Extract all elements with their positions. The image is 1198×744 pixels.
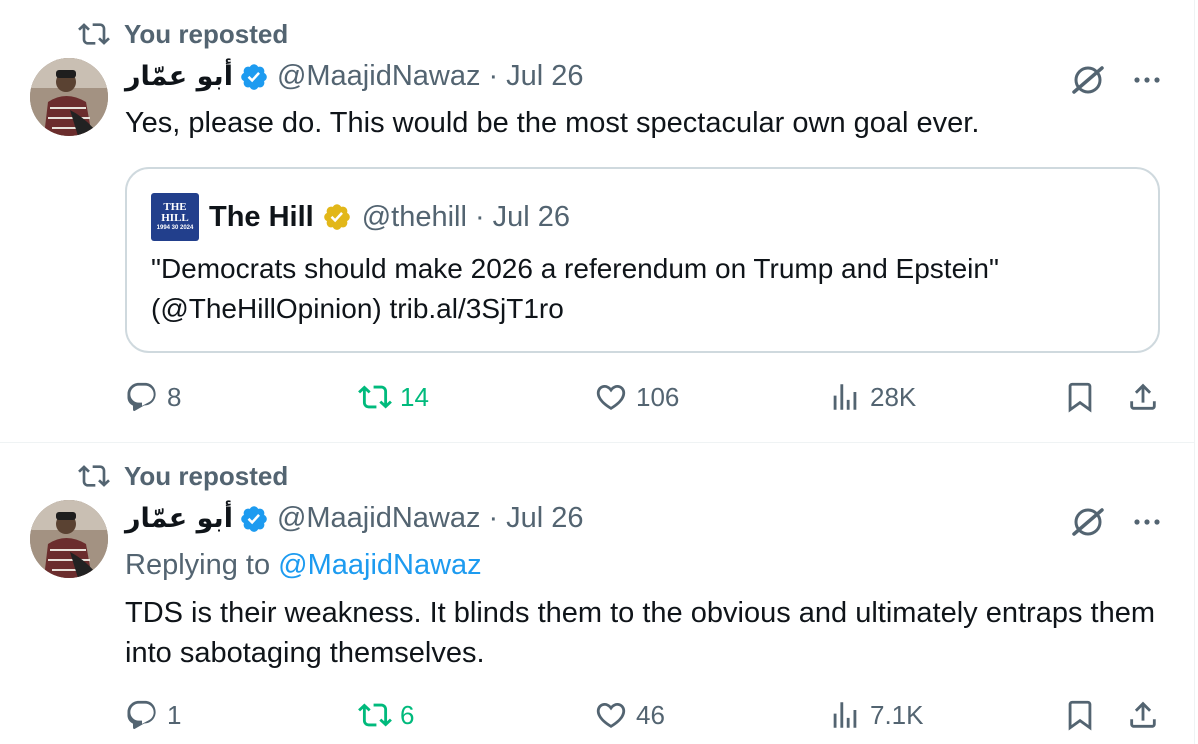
- repost-context: You reposted: [78, 460, 288, 492]
- more-icon[interactable]: [1130, 505, 1164, 539]
- grok-icon[interactable]: [1068, 502, 1108, 542]
- quoted-header-separator: ·: [474, 200, 485, 233]
- reply-icon: [127, 382, 156, 411]
- reply-icon: [127, 700, 156, 729]
- avatar-image: [30, 500, 108, 578]
- post-actions: 8 14 106 28K: [0, 380, 1194, 420]
- post-text: Yes, please do. This would be the most s…: [125, 107, 980, 139]
- repost-icon: [78, 23, 110, 45]
- post-date[interactable]: Jul 26: [506, 60, 583, 93]
- view-count: 7.1K: [870, 699, 924, 730]
- bookmark-button[interactable]: [1063, 380, 1097, 414]
- avatar[interactable]: [30, 58, 108, 136]
- post-header: أبو عمّار @MaajidNawaz · Jul 26: [125, 502, 584, 535]
- like-button[interactable]: 106: [594, 380, 679, 414]
- bookmark-button[interactable]: [1063, 698, 1097, 732]
- heart-icon: [596, 384, 626, 410]
- the-hill-logo[interactable]: THE HILL 1994 30 2024: [151, 193, 199, 241]
- repost-button[interactable]: 6: [358, 698, 414, 732]
- avatar[interactable]: [30, 500, 108, 578]
- more-icon[interactable]: [1130, 63, 1164, 97]
- like-button[interactable]: 46: [594, 698, 665, 732]
- views-icon: [833, 384, 857, 410]
- author-name[interactable]: أبو عمّار: [125, 61, 233, 92]
- views-button[interactable]: 28K: [828, 380, 916, 414]
- repost-count: 6: [400, 699, 415, 730]
- grok-icon[interactable]: [1068, 60, 1108, 100]
- repost-icon: [358, 385, 392, 409]
- repost-button[interactable]: 14: [358, 380, 429, 414]
- share-icon: [1130, 701, 1156, 728]
- post-1[interactable]: You reposted أبو عمّار @MaajidNawaz · Ju…: [0, 0, 1194, 443]
- bookmark-icon: [1068, 382, 1092, 413]
- repost-icon: [358, 703, 392, 727]
- reply-count: 1: [167, 699, 182, 730]
- heart-icon: [596, 702, 626, 728]
- repost-label: You reposted: [124, 18, 289, 49]
- replying-to-prefix: Replying to: [125, 549, 271, 581]
- timeline-right-border: [1194, 0, 1195, 744]
- post-actions: 1 6 46 7.1K: [0, 698, 1194, 738]
- repost-label: You reposted: [124, 460, 289, 491]
- replying-to: Replying to @MaajidNawaz: [125, 549, 482, 582]
- logo-line-3: 1994 30 2024: [156, 225, 194, 231]
- repost-context: You reposted: [78, 18, 288, 50]
- bookmark-icon: [1068, 700, 1092, 731]
- verified-gold-badge-icon: [323, 204, 350, 230]
- like-count: 46: [636, 699, 665, 730]
- header-separator: ·: [488, 502, 499, 534]
- author-handle[interactable]: @MaajidNawaz: [277, 60, 481, 93]
- view-count: 28K: [870, 381, 917, 412]
- logo-line-2: HILL: [161, 212, 189, 224]
- quoted-post-header: THE HILL 1994 30 2024 The Hill @thehill …: [151, 193, 570, 241]
- verified-badge-icon[interactable]: [239, 62, 269, 92]
- views-icon: [833, 702, 857, 728]
- post-top-actions: [1068, 502, 1164, 542]
- reply-count: 8: [167, 381, 182, 412]
- repost-icon: [78, 465, 110, 487]
- quoted-post-date: Jul 26: [492, 200, 571, 233]
- author-name[interactable]: أبو عمّار: [125, 503, 233, 534]
- views-button[interactable]: 7.1K: [828, 698, 924, 732]
- post-date[interactable]: Jul 26: [506, 502, 583, 535]
- quoted-text-line-1: "Democrats should make 2026 a referendum…: [151, 253, 999, 284]
- verified-badge-icon[interactable]: [239, 504, 269, 534]
- post-header: أبو عمّار @MaajidNawaz · Jul 26: [125, 60, 584, 93]
- reply-button[interactable]: 8: [125, 380, 181, 414]
- quoted-text-line-2: (@TheHillOpinion) trib.al/3SjT1ro: [151, 293, 564, 324]
- post-top-actions: [1068, 60, 1164, 100]
- avatar-image: [30, 58, 108, 136]
- replying-to-link[interactable]: @MaajidNawaz: [278, 549, 482, 581]
- repost-count: 14: [400, 381, 429, 412]
- quoted-author-handle: @thehill: [361, 200, 467, 233]
- reply-button[interactable]: 1: [125, 698, 181, 732]
- like-count: 106: [636, 381, 680, 412]
- quoted-post[interactable]: THE HILL 1994 30 2024 The Hill @thehill …: [125, 167, 1160, 353]
- share-icon: [1130, 383, 1156, 410]
- quoted-author-name: The Hill: [209, 200, 314, 233]
- share-button[interactable]: [1126, 380, 1160, 414]
- author-handle[interactable]: @MaajidNawaz: [277, 502, 481, 535]
- post-2[interactable]: You reposted أبو عمّار @MaajidNawaz · Ju…: [0, 443, 1194, 744]
- share-button[interactable]: [1126, 698, 1160, 732]
- quoted-post-text: "Democrats should make 2026 a referendum…: [151, 249, 1141, 329]
- post-text: TDS is their weakness. It blinds them to…: [125, 597, 1155, 669]
- header-separator: ·: [488, 60, 499, 92]
